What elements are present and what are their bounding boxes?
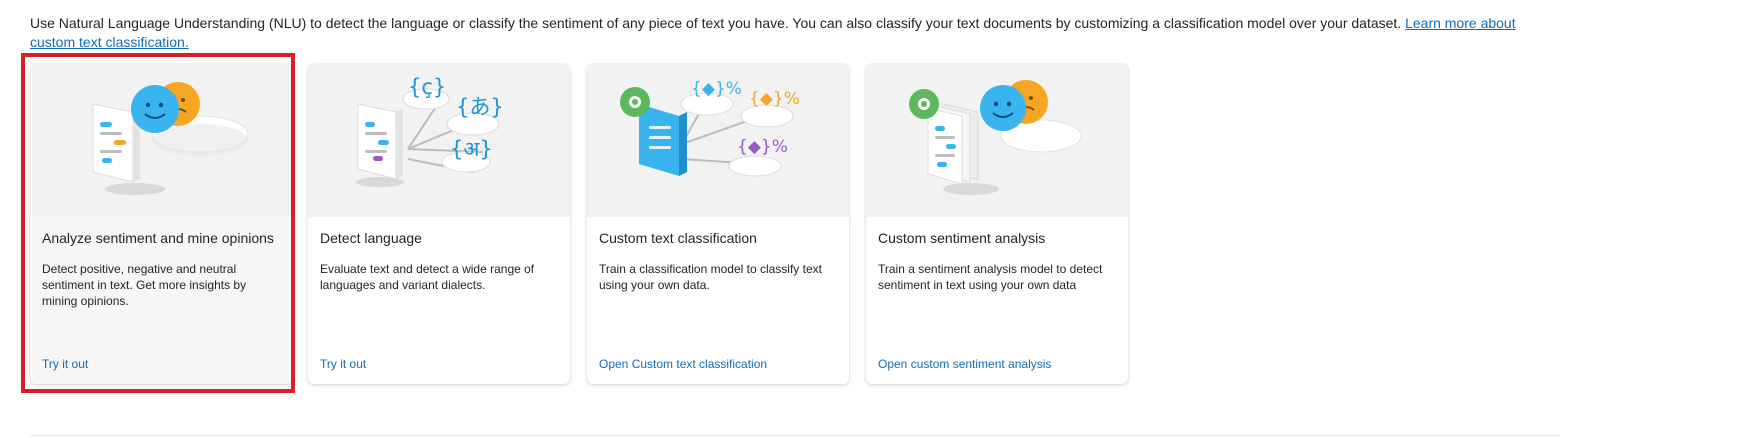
open-custom-text-classification-link[interactable]: Open Custom text classification [599,357,767,371]
svg-text:{◆}%: {◆}% [691,79,742,99]
svg-text:{◆}%: {◆}% [749,89,800,109]
custom-sentiment-illustration [866,64,1128,217]
open-custom-sentiment-analysis-link[interactable]: Open custom sentiment analysis [878,357,1051,371]
classification-illustration: {◆}% {◆}% {◆}% [587,64,849,217]
card-title: Custom sentiment analysis [878,230,1046,246]
card-custom-sentiment-analysis[interactable]: Custom sentiment analysis Train a sentim… [866,64,1128,384]
svg-text:{あ}: {あ} [456,95,504,119]
sentiment-illustration [30,64,292,217]
divider [30,435,1560,436]
try-it-out-link[interactable]: Try it out [320,357,366,371]
card-detect-language[interactable]: {ç} {あ} {अ} Detect language Evaluate tex… [308,64,570,384]
card-custom-text-classification[interactable]: {◆}% {◆}% {◆}% Custom text classificatio… [587,64,849,384]
card-description: Train a classification model to classify… [599,262,822,292]
svg-text:{◆}%: {◆}% [737,137,788,157]
svg-text:{अ}: {अ} [450,137,493,161]
card-description: Train a sentiment analysis model to dete… [878,262,1103,292]
try-it-out-link[interactable]: Try it out [42,357,88,371]
intro-text: Use Natural Language Understanding (NLU)… [30,14,1560,52]
card-description: Evaluate text and detect a wide range of… [320,262,535,292]
svg-text:{ç}: {ç} [408,75,446,99]
card-description: Detect positive, negative and neutral se… [42,262,247,308]
card-title: Custom text classification [599,230,757,246]
card-analyze-sentiment[interactable]: Analyze sentiment and mine opinions Dete… [30,64,292,384]
card-title: Detect language [320,230,422,246]
card-title: Analyze sentiment and mine opinions [42,230,274,246]
intro-description: Use Natural Language Understanding (NLU)… [30,15,1406,31]
language-illustration: {ç} {あ} {अ} [308,64,570,217]
